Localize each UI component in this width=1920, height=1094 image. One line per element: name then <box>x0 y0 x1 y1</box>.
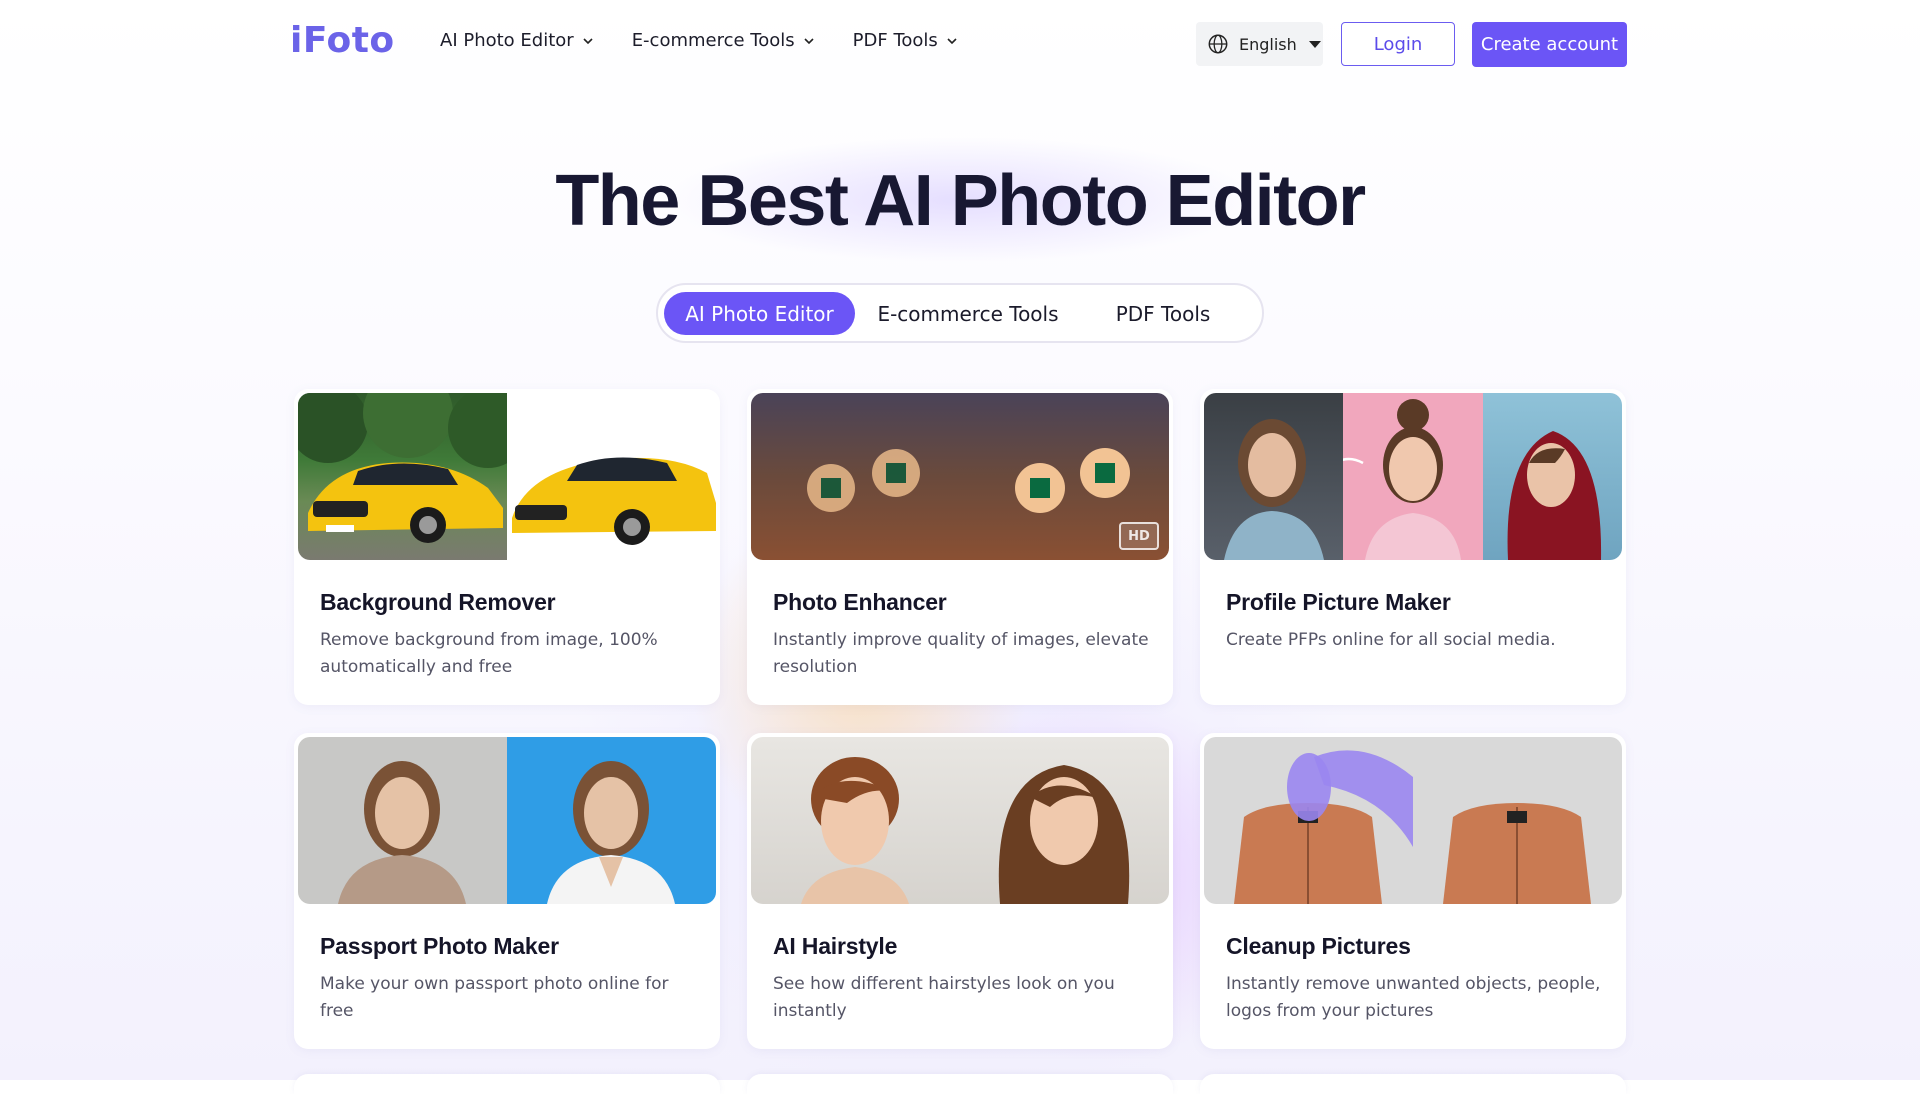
chevron-down-icon <box>804 37 814 44</box>
nav-label: E-commerce Tools <box>631 30 795 51</box>
passport-woman-before-image <box>338 761 466 904</box>
card-image <box>298 393 716 560</box>
card-title: Photo Enhancer <box>773 589 947 615</box>
yellow-car-cutout-image <box>512 457 716 545</box>
jacket-clean-image <box>1443 803 1591 904</box>
red-hood-woman-image <box>1507 431 1601 560</box>
top-header: iFoto AI Photo Editor E-commerce Tools P… <box>0 0 1920 88</box>
tool-card-ai-hairstyle[interactable]: AI Hairstyle See how different hairstyle… <box>747 733 1173 1049</box>
nav-ecommerce-tools[interactable]: E-commerce Tools <box>632 30 815 51</box>
card-title: AI Hairstyle <box>773 933 898 959</box>
page-title: The Best AI Photo Editor <box>555 161 1366 241</box>
card-description: Instantly improve quality of images, ele… <box>773 630 1149 677</box>
card-title: Cleanup Pictures <box>1226 933 1411 959</box>
tool-card-passport-photo-maker[interactable]: Passport Photo Maker Make your own passp… <box>294 733 720 1049</box>
card-title: Background Remover <box>320 589 556 615</box>
category-tabs: AI Photo Editor E-commerce Tools PDF Too… <box>656 283 1264 343</box>
long-hair-woman-image <box>998 765 1130 904</box>
tool-card-partial[interactable] <box>1200 1074 1626 1094</box>
passport-woman-after-image <box>547 761 675 904</box>
tool-card-background-remover[interactable]: Background Remover Remove background fro… <box>294 389 720 705</box>
short-hair-woman-image <box>801 757 909 904</box>
main-nav: AI Photo Editor E-commerce Tools PDF Too… <box>440 30 996 51</box>
tool-card-partial[interactable] <box>294 1074 720 1094</box>
card-image: HD <box>751 393 1169 560</box>
card-image <box>751 737 1169 904</box>
nav-label: PDF Tools <box>852 30 938 51</box>
card-image <box>1204 737 1622 904</box>
nav-pdf-tools[interactable]: PDF Tools <box>853 30 958 51</box>
woman-portrait-image <box>1224 419 1324 560</box>
card-title: Profile Picture Maker <box>1226 589 1451 615</box>
card-description: See how different hairstyles look on you… <box>773 974 1115 1021</box>
chevron-down-icon <box>947 37 957 44</box>
jacket-with-hand-image <box>1234 750 1413 904</box>
card-description: Instantly remove unwanted objects, peopl… <box>1226 974 1601 1021</box>
create-account-button[interactable]: Create account <box>1472 22 1627 67</box>
language-selector[interactable]: English <box>1196 22 1323 66</box>
nav-ai-photo-editor[interactable]: AI Photo Editor <box>440 30 594 51</box>
yellow-car-image <box>298 393 507 543</box>
tool-card-cleanup-pictures[interactable]: Cleanup Pictures Instantly remove unwant… <box>1200 733 1626 1049</box>
tab-ecommerce-tools[interactable]: E-commerce Tools <box>870 292 1066 335</box>
tab-pdf-tools[interactable]: PDF Tools <box>1078 292 1248 335</box>
card-title: Passport Photo Maker <box>320 933 559 959</box>
globe-icon <box>1208 34 1228 54</box>
chevron-down-icon <box>583 37 593 44</box>
caret-down-icon <box>1308 40 1321 48</box>
card-description: Make your own passport photo online for … <box>320 974 669 1021</box>
arrow-icon <box>1343 457 1364 465</box>
language-label: English <box>1239 34 1297 54</box>
card-image <box>298 737 716 904</box>
card-image <box>1204 393 1622 560</box>
login-button[interactable]: Login <box>1341 22 1455 66</box>
hd-badge: HD <box>1119 522 1159 550</box>
tool-card-profile-picture-maker[interactable]: Profile Picture Maker Create PFPs online… <box>1200 389 1626 705</box>
nav-label: AI Photo Editor <box>440 30 574 51</box>
smiling-woman-image <box>1343 399 1462 560</box>
card-description: Remove background from image, 100% autom… <box>320 630 658 677</box>
card-description: Create PFPs online for all social media. <box>1226 630 1556 650</box>
ifoto-logo[interactable]: iFoto <box>290 20 395 61</box>
tool-card-photo-enhancer[interactable]: HD Photo Enhancer Instantly improve qual… <box>747 389 1173 705</box>
tab-ai-photo-editor[interactable]: AI Photo Editor <box>664 292 855 335</box>
emerald-earrings-image <box>807 449 920 512</box>
tool-card-partial[interactable] <box>747 1074 1173 1094</box>
